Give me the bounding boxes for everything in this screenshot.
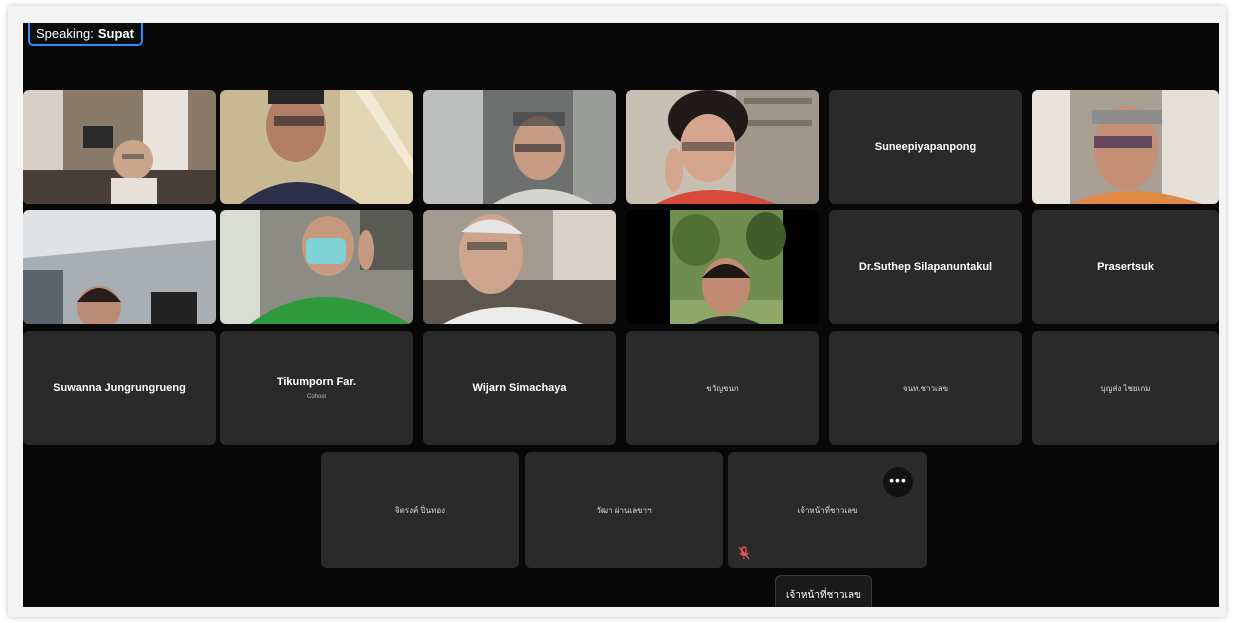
- participant-name-tile[interactable]: เจ้าหน้าที่ชาวเลข •••: [728, 452, 927, 568]
- active-speaker-label: Speaking: Supat: [28, 23, 143, 46]
- participant-name: เจ้าหน้าที่ชาวเลข: [797, 505, 858, 515]
- participant-name: Suwanna Jungrungrueng: [53, 382, 186, 394]
- participant-name: Tikumporn Far.: [276, 376, 357, 388]
- participant-name: บุญส่ง ไชยเกม: [1100, 383, 1151, 393]
- participant-name: Dr.Suthep Silapanuntakul: [858, 261, 993, 273]
- participant-video-tile[interactable]: [220, 210, 413, 324]
- name-tooltip: เจ้าหน้าที่ชาวเลข: [775, 575, 872, 607]
- participant-name-tile[interactable]: Dr.Suthep Silapanuntakul: [829, 210, 1022, 324]
- participant-video-feed: [626, 90, 819, 204]
- participant-name-tile[interactable]: จิตรงค์ ปิ่นทอง: [321, 452, 519, 568]
- participant-name-tile[interactable]: วัฒา ผ่านเลขาฯ: [525, 452, 723, 568]
- participant-name-tile[interactable]: ขวัญชนก: [626, 331, 819, 445]
- participant-video-tile[interactable]: [23, 210, 216, 324]
- speaking-name: Supat: [97, 26, 134, 41]
- participant-name: จิตรงค์ ปิ่นทอง: [394, 505, 446, 515]
- participant-video-tile[interactable]: [626, 210, 819, 324]
- participant-name-tile[interactable]: Wijarn Simachaya: [423, 331, 616, 445]
- participant-name: Wijarn Simachaya: [472, 382, 567, 394]
- participant-video-tile[interactable]: [1032, 90, 1219, 204]
- participant-video-feed: [23, 90, 216, 204]
- participant-name: จนท.ชาวเลข: [902, 383, 949, 393]
- participant-video-tile[interactable]: [220, 90, 413, 204]
- participant-video-feed: [220, 210, 413, 324]
- participant-name: วัฒา ผ่านเลขาฯ: [596, 505, 652, 515]
- participant-name: Suneepiyapanpong: [874, 141, 977, 153]
- participant-video-tile[interactable]: [423, 210, 616, 324]
- participant-name-tile[interactable]: บุญส่ง ไชยเกม: [1032, 331, 1219, 445]
- participant-video-feed: [23, 210, 216, 324]
- participant-video-tile[interactable]: [23, 90, 216, 204]
- speaking-prefix: Speaking:: [36, 26, 94, 41]
- participant-name-tile[interactable]: Suwanna Jungrungrueng: [23, 331, 216, 445]
- participant-video-tile[interactable]: [423, 90, 616, 204]
- participant-name-tile[interactable]: Suneepiyapanpong: [829, 90, 1022, 204]
- participant-video-feed: [220, 90, 413, 204]
- participant-name: ขวัญชนก: [706, 383, 739, 393]
- participant-name-tile[interactable]: จนท.ชาวเลข: [829, 331, 1022, 445]
- participant-video-feed: [423, 90, 616, 204]
- participant-name-tile[interactable]: Prasertsuk: [1032, 210, 1219, 324]
- participant-role: Cohost: [306, 394, 326, 400]
- meeting-gallery: Speaking: Supat Suneepiyapanpong Dr.Suth…: [23, 23, 1219, 607]
- participant-name-tile[interactable]: Tikumporn Far. Cohost: [220, 331, 413, 445]
- mic-muted-icon: [738, 546, 750, 560]
- participant-video-feed: [423, 210, 616, 324]
- ellipsis-icon[interactable]: •••: [883, 467, 913, 497]
- participant-name: Prasertsuk: [1097, 261, 1154, 273]
- participant-video-feed: [626, 210, 819, 324]
- participant-video-tile[interactable]: [626, 90, 819, 204]
- participant-video-feed: [1032, 90, 1219, 204]
